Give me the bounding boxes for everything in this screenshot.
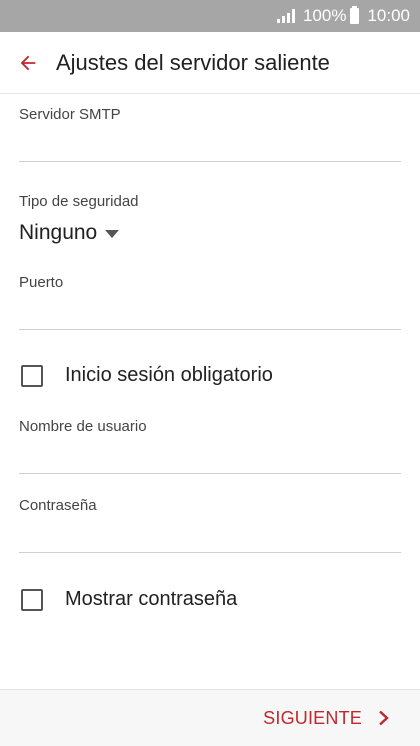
signal-icon xyxy=(276,9,295,23)
login-required-label: Inicio sesión obligatorio xyxy=(65,364,273,386)
page-title: Ajustes del servidor saliente xyxy=(56,49,330,75)
dropdown-arrow-icon xyxy=(105,230,120,238)
username-input[interactable] xyxy=(19,444,401,474)
smtp-server-input[interactable] xyxy=(19,132,401,162)
port-label: Puerto xyxy=(19,274,64,291)
next-button-label: SIGUIENTE xyxy=(263,707,362,728)
security-type-value: Ninguno xyxy=(19,221,98,244)
port-input[interactable] xyxy=(19,300,401,330)
status-time: 10:00 xyxy=(367,6,410,25)
show-password-row[interactable]: Mostrar contraseña xyxy=(21,588,237,611)
password-input[interactable] xyxy=(19,523,401,553)
show-password-label: Mostrar contraseña xyxy=(65,588,238,610)
next-button[interactable]: SIGUIENTE xyxy=(263,708,390,729)
bottom-bar: SIGUIENTE xyxy=(0,689,420,746)
password-label: Contraseña xyxy=(19,497,97,514)
back-button[interactable] xyxy=(0,32,56,94)
security-type-label: Tipo de seguridad xyxy=(19,193,139,210)
chevron-right-icon xyxy=(378,710,390,726)
battery-icon xyxy=(350,6,360,24)
status-bar: 100% 10:00 xyxy=(0,0,420,32)
battery-percent: 100% xyxy=(302,6,347,25)
security-type-dropdown[interactable]: Ninguno xyxy=(19,221,120,245)
username-label: Nombre de usuario xyxy=(19,418,147,435)
login-required-row[interactable]: Inicio sesión obligatorio xyxy=(21,364,273,387)
show-password-checkbox[interactable] xyxy=(21,588,43,611)
login-required-checkbox[interactable] xyxy=(21,364,43,387)
smtp-server-label: Servidor SMTP xyxy=(19,106,121,123)
app-bar: Ajustes del servidor saliente xyxy=(0,32,420,94)
arrow-left-icon xyxy=(20,55,36,70)
